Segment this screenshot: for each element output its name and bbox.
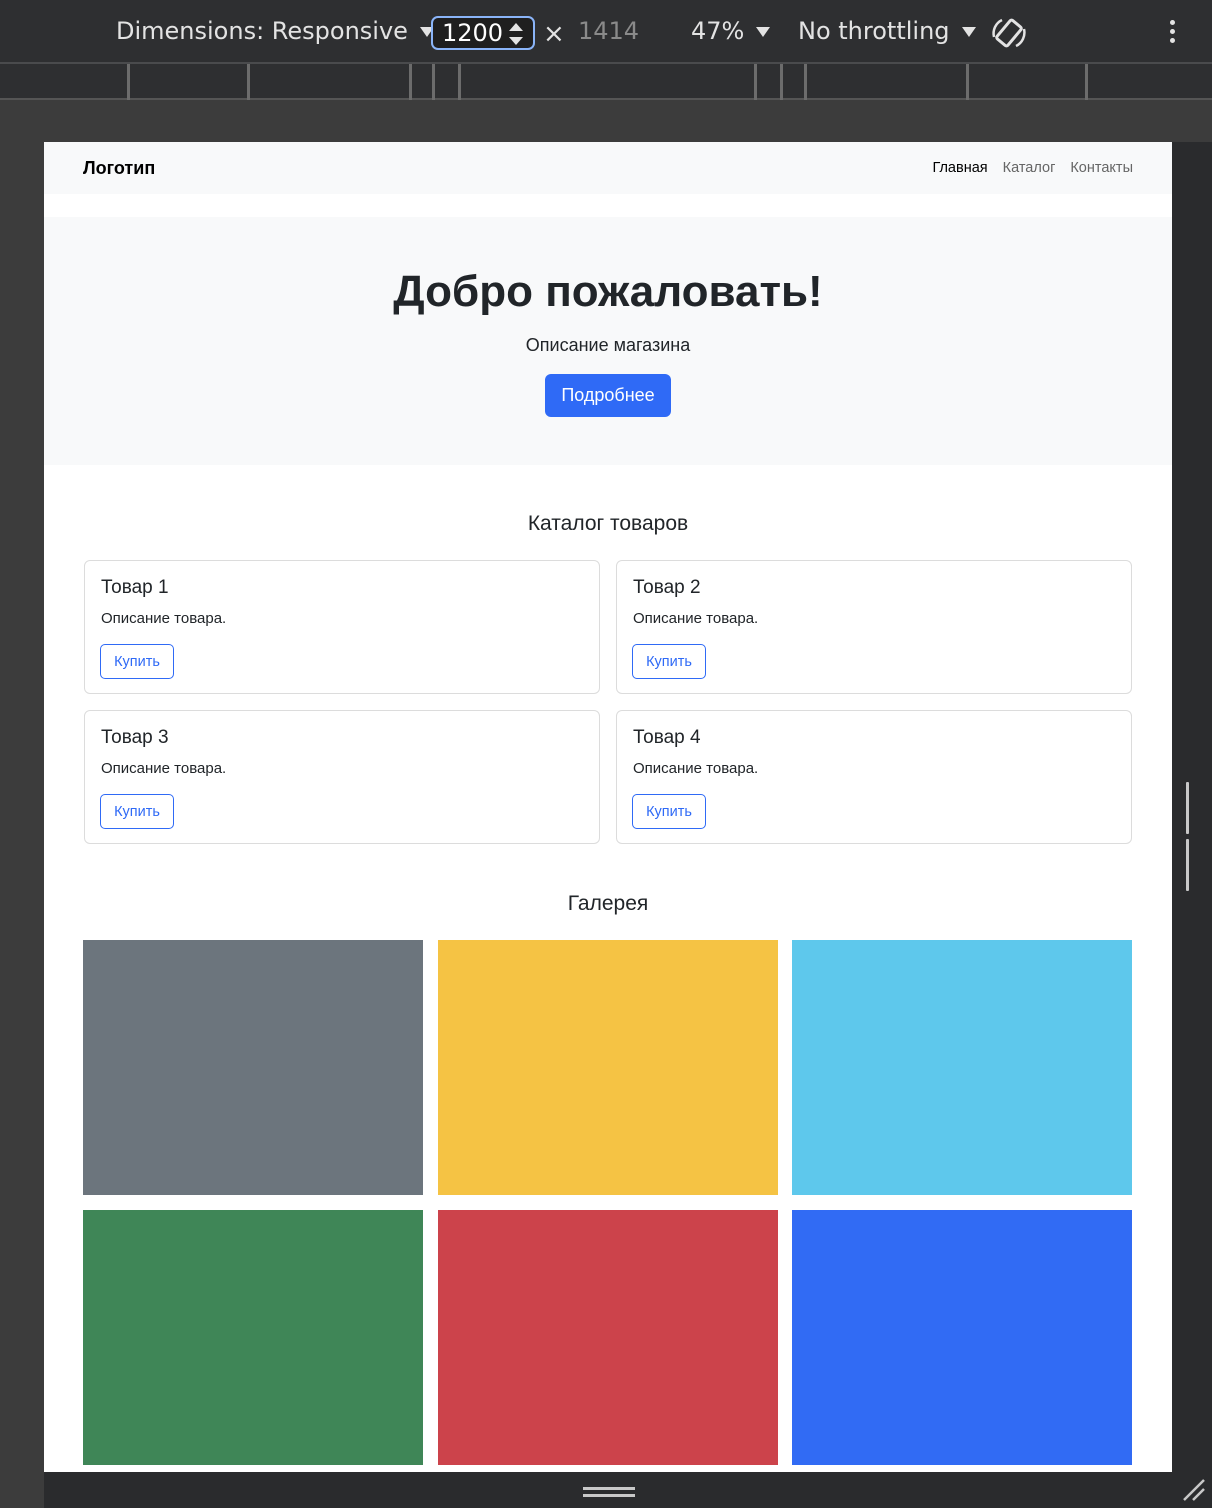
product-card: Товар 2 Описание товара. Купить [616,560,1132,694]
product-description: Описание товара. [101,760,227,777]
ruler-tick [127,64,130,100]
dimensions-dropdown[interactable]: Dimensions: Responsive [116,0,434,62]
nav-links: Главная Каталог Контакты [932,160,1133,176]
rotate-icon[interactable] [990,15,1028,53]
nav-link-catalog[interactable]: Каталог [1003,160,1056,176]
site-logo[interactable]: Логотип [83,158,155,179]
ruler-tick [247,64,250,100]
product-title: Товар 3 [101,727,169,748]
hero-subtitle: Описание магазина [525,335,691,355]
hero-section: Добро пожаловать! Описание магазина Подр… [44,217,1172,465]
gallery-image [792,940,1132,1195]
buy-button[interactable]: Купить [100,644,174,679]
ruler-tick [754,64,757,100]
emulated-viewport: Логотип Главная Каталог Контакты Добро п… [44,142,1172,1472]
zoom-label: 47% [691,17,745,45]
nav-link-contacts[interactable]: Контакты [1070,160,1133,176]
product-title: Товар 4 [633,727,701,748]
spinner-icon[interactable] [509,23,523,45]
ruler-tick [432,64,435,100]
ruler-tick [458,64,461,100]
ruler-tick [780,64,783,100]
zoom-dropdown[interactable]: 47% [691,0,771,62]
more-options-icon[interactable] [1170,20,1178,46]
height-value: 1414 [578,17,640,45]
bottom-resize-handle[interactable] [583,1487,635,1499]
throttling-dropdown[interactable]: No throttling [798,0,976,62]
product-description: Описание товара. [101,610,227,627]
buy-button[interactable]: Купить [632,644,706,679]
product-title: Товар 2 [633,577,701,598]
corner-resize-icon[interactable] [1180,1476,1206,1502]
product-title: Товар 1 [101,577,169,598]
gallery-image [83,1210,423,1465]
throttling-label: No throttling [798,17,950,45]
more-info-button[interactable]: Подробнее [545,374,671,417]
chevron-down-icon [961,27,976,37]
dimensions-label: Dimensions: Responsive [116,17,408,45]
gallery-image [438,940,778,1195]
nav-link-home[interactable]: Главная [932,160,987,176]
buy-button[interactable]: Купить [632,794,706,829]
times-icon: × [543,19,565,49]
buy-button[interactable]: Купить [100,794,174,829]
product-description: Описание товара. [633,760,759,777]
product-card: Товар 4 Описание товара. Купить [616,710,1132,844]
gallery-image [792,1210,1132,1465]
devtools-toolbar: Dimensions: Responsive 1200 × 1414 47% N… [0,0,1212,62]
width-input[interactable]: 1200 [431,16,535,50]
hero-title: Добро пожаловать! [393,267,823,316]
ruler-tick [804,64,807,100]
right-resize-handle[interactable] [1186,782,1196,891]
product-card: Товар 3 Описание товара. Купить [84,710,600,844]
site-navbar: Логотип Главная Каталог Контакты [44,142,1172,194]
ruler-tick [966,64,969,100]
gallery-image [438,1210,778,1465]
gallery-title: Галерея [567,892,649,915]
ruler-tick [409,64,412,100]
product-description: Описание товара. [633,610,759,627]
height-input[interactable]: 1414 [578,0,639,62]
media-query-ruler[interactable] [0,62,1212,100]
product-card: Товар 1 Описание товара. Купить [84,560,600,694]
width-value: 1200 [442,19,504,47]
gallery-image [83,940,423,1195]
catalog-title: Каталог товаров [527,512,689,535]
ruler-tick [1085,64,1088,100]
chevron-down-icon [756,27,771,37]
